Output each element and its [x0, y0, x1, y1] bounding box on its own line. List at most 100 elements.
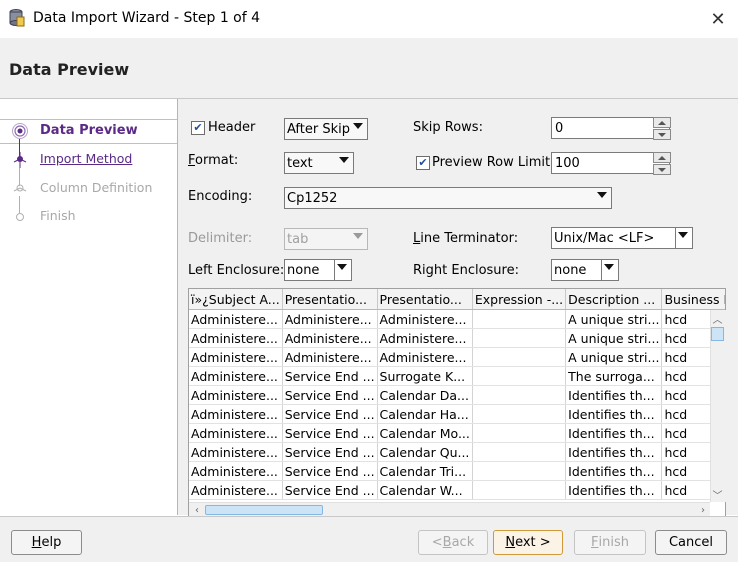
column-header[interactable]: Expression -... — [472, 289, 567, 310]
cancel-button[interactable]: Cancel — [655, 530, 727, 555]
table-cell — [472, 404, 567, 424]
nav-item-finish: Finish — [40, 208, 76, 223]
nav-item-import-method[interactable]: Import Method — [40, 151, 132, 166]
table-cell: Administere... — [282, 309, 378, 329]
right-enclosure-label: Right Enclosure: — [413, 263, 519, 278]
table-row[interactable]: Administere... Service End ... Calendar Qu… — [189, 442, 725, 462]
delimiter-select: tab — [284, 228, 368, 250]
table-cell: A unique stri... — [565, 309, 663, 329]
spin-down-icon[interactable] — [653, 129, 671, 140]
column-header[interactable]: Presentatio... — [282, 289, 378, 310]
next-button[interactable]: Next > — [493, 530, 563, 555]
chevron-down-icon — [597, 192, 607, 198]
table-cell: Administere... — [282, 328, 378, 348]
preview-limit-checkbox[interactable]: ✔ — [416, 156, 430, 170]
chevron-down-icon — [353, 123, 363, 129]
left-enclosure-select[interactable]: none — [284, 259, 352, 281]
dropdown-button[interactable] — [675, 228, 692, 248]
table-cell: Calendar Mo... — [377, 423, 473, 443]
table-cell: Service End ... — [282, 480, 378, 500]
column-header[interactable]: ï»¿Subject A... — [189, 289, 283, 310]
dropdown-button[interactable] — [334, 260, 351, 280]
table-cell: Identifies th... — [565, 461, 663, 481]
table-cell: Calendar W... — [377, 480, 473, 500]
column-header[interactable]: Description ... — [565, 289, 663, 310]
step-end-icon — [15, 211, 25, 221]
spin-up-icon[interactable] — [653, 152, 671, 163]
vertical-scroll-thumb[interactable] — [711, 327, 724, 341]
table-cell — [472, 480, 567, 500]
database-app-icon — [9, 9, 25, 27]
header-skip-select[interactable]: After Skip — [284, 118, 368, 140]
line-terminator-value: Unix/Mac <LF> — [554, 230, 655, 246]
table-row[interactable]: Administere... Administere... Administere.… — [189, 347, 725, 367]
table-cell: Administere... — [189, 480, 283, 500]
table-cell: Administere... — [189, 442, 283, 462]
table-cell: Administere... — [189, 366, 283, 386]
scroll-up-icon[interactable]: ︿ — [711, 312, 724, 326]
scroll-down-icon[interactable]: ﹀ — [711, 488, 724, 502]
header-label: Header — [208, 120, 256, 135]
page-title: Data Preview — [9, 60, 130, 79]
encoding-select[interactable]: Cp1252 — [284, 187, 612, 209]
table-cell: Service End ... — [282, 366, 378, 386]
encoding-value: Cp1252 — [287, 190, 338, 206]
help-button[interactable]: Help — [11, 530, 82, 555]
left-enclosure-label: Left Enclosure: — [188, 263, 285, 278]
table-row[interactable]: Administere... Service End ... Calendar W.… — [189, 480, 725, 500]
table-cell: The surroga... — [565, 366, 663, 386]
spin-down-icon[interactable] — [653, 164, 671, 175]
chevron-down-icon — [339, 157, 349, 163]
delimiter-label: Delimiter: — [188, 231, 253, 246]
scroll-left-icon[interactable]: ‹ — [191, 504, 203, 516]
line-terminator-select[interactable]: Unix/Mac <LF> — [551, 227, 693, 249]
table-row[interactable]: Administere... Service End ... Surrogate K… — [189, 366, 725, 386]
data-preview-grid[interactable]: ï»¿Subject A... Presentatio... Presentatio… — [188, 288, 726, 518]
dropdown-button[interactable] — [601, 260, 618, 280]
table-row[interactable]: Administere... Administere... Administere.… — [189, 328, 725, 348]
chevron-down-icon — [353, 233, 363, 239]
horizontal-scroll-thumb[interactable] — [205, 505, 323, 515]
window-title: Data Import Wizard - Step 1 of 4 — [33, 10, 261, 26]
spin-up-icon[interactable] — [653, 117, 671, 128]
skip-rows-label: Skip Rows: — [413, 120, 483, 135]
table-header-row: ï»¿Subject A... Presentatio... Presentatio… — [189, 289, 725, 310]
nav-item-data-preview[interactable]: Data Preview — [40, 123, 138, 138]
table-cell: Administere... — [189, 347, 283, 367]
preview-limit-label: Preview Row Limit: — [432, 155, 555, 170]
close-icon[interactable]: ✕ — [705, 6, 731, 32]
format-value: text — [287, 155, 313, 171]
table-cell: Administere... — [377, 309, 473, 329]
table-cell: Administere... — [189, 328, 283, 348]
step-pending-icon — [13, 181, 27, 197]
table-cell: Identifies th... — [565, 480, 663, 500]
table-cell: Administere... — [189, 461, 283, 481]
right-enclosure-select[interactable]: none — [551, 259, 619, 281]
format-select[interactable]: text — [284, 152, 354, 174]
table-row[interactable]: Administere... Service End ... Calendar Ha… — [189, 404, 725, 424]
column-header[interactable]: Presentatio... — [377, 289, 473, 310]
data-table: ï»¿Subject A... Presentatio... Presentatio… — [189, 289, 725, 500]
header-checkbox[interactable]: ✔ — [191, 121, 205, 135]
nav-item-column-definition: Column Definition — [40, 180, 153, 195]
table-cell: Calendar Ha... — [377, 404, 473, 424]
scroll-right-icon[interactable]: › — [697, 504, 709, 516]
table-cell: Service End ... — [282, 461, 378, 481]
table-cell: Calendar Tri... — [377, 461, 473, 481]
table-cell: Service End ... — [282, 442, 378, 462]
table-row[interactable]: Administere... Service End ... Calendar Da… — [189, 385, 725, 405]
table-cell: Administere... — [282, 347, 378, 367]
table-row[interactable]: Administere... Administere... Administere.… — [189, 309, 725, 329]
table-cell — [472, 309, 567, 329]
encoding-label: Encoding: — [188, 189, 253, 204]
chevron-down-icon — [337, 264, 347, 270]
preview-limit-value: 100 — [555, 155, 580, 171]
preview-limit-stepper[interactable]: 100 — [551, 152, 671, 175]
chevron-down-icon — [678, 232, 688, 238]
table-row[interactable]: Administere... Service End ... Calendar Tr… — [189, 461, 725, 481]
table-row[interactable]: Administere... Service End ... Calendar Mo… — [189, 423, 725, 443]
skip-rows-stepper[interactable]: 0 — [551, 117, 671, 140]
table-cell — [472, 328, 567, 348]
current-step-icon — [11, 122, 29, 140]
column-header[interactable]: Business Mo... — [661, 289, 725, 310]
